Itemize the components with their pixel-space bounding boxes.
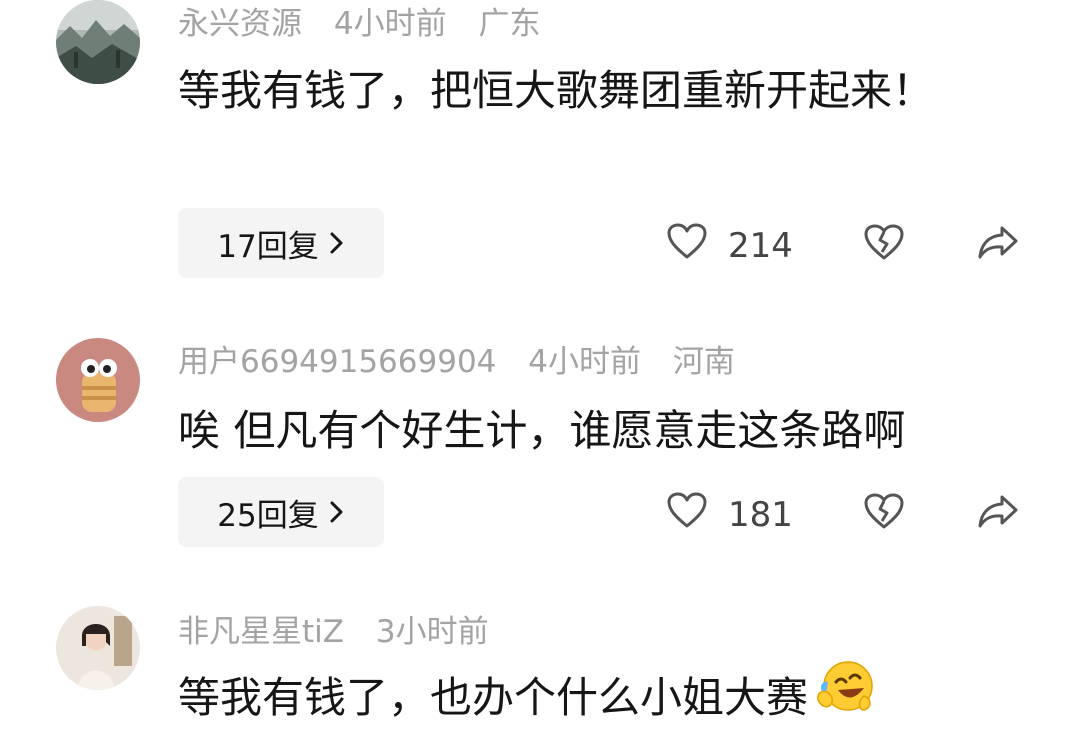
comment-text: 等我有钱了，也办个什么小姐大赛: [178, 661, 1058, 737]
comment-text: 唉 但凡有个好生计，谁愿意走这条路啊: [178, 406, 906, 455]
share-arrow-icon: [976, 495, 1020, 535]
timestamp: 4小时前: [333, 6, 447, 42]
comment-text-content: 等我有钱了，也办个什么小姐大赛: [178, 673, 809, 722]
reply-count-label: 17回复: [217, 228, 319, 265]
timestamp: 3小时前: [375, 614, 489, 650]
chevron-right-icon: [329, 231, 345, 255]
location: 广东: [478, 6, 541, 42]
username[interactable]: 永兴资源: [178, 6, 302, 42]
like-count: 181: [728, 494, 793, 535]
like-button[interactable]: 181: [666, 491, 793, 538]
comment-meta: 非凡星星tiZ 3小时前: [178, 612, 511, 652]
like-count: 214: [728, 225, 793, 266]
heart-icon: [666, 491, 708, 538]
avatar[interactable]: [56, 0, 140, 84]
dislike-button[interactable]: [862, 222, 906, 266]
comment-meta: 永兴资源 4小时前 广东: [178, 4, 562, 44]
username[interactable]: 非凡星星tiZ: [178, 614, 344, 650]
chevron-right-icon: [329, 500, 345, 524]
heart-icon: [666, 222, 708, 269]
reply-count-label: 25回复: [217, 497, 319, 534]
username[interactable]: 用户6694915669904: [178, 344, 496, 380]
crying-laughing-emoji-icon: [814, 660, 874, 733]
broken-heart-icon: [862, 493, 906, 535]
like-button[interactable]: 214: [666, 222, 793, 269]
avatar[interactable]: [56, 606, 140, 690]
location: 河南: [672, 344, 735, 380]
broken-heart-icon: [862, 224, 906, 266]
share-arrow-icon: [976, 226, 1020, 266]
view-replies-button[interactable]: 25回复: [178, 477, 384, 547]
dislike-button[interactable]: [862, 491, 906, 535]
comment-text: 等我有钱了，把恒大歌舞团重新开起来！: [178, 66, 935, 115]
comment-meta: 用户6694915669904 4小时前 河南: [178, 342, 757, 382]
avatar[interactable]: [56, 338, 140, 422]
view-replies-button[interactable]: 17回复: [178, 208, 384, 278]
share-button[interactable]: [976, 222, 1020, 266]
share-button[interactable]: [976, 491, 1020, 535]
timestamp: 4小时前: [528, 344, 641, 380]
